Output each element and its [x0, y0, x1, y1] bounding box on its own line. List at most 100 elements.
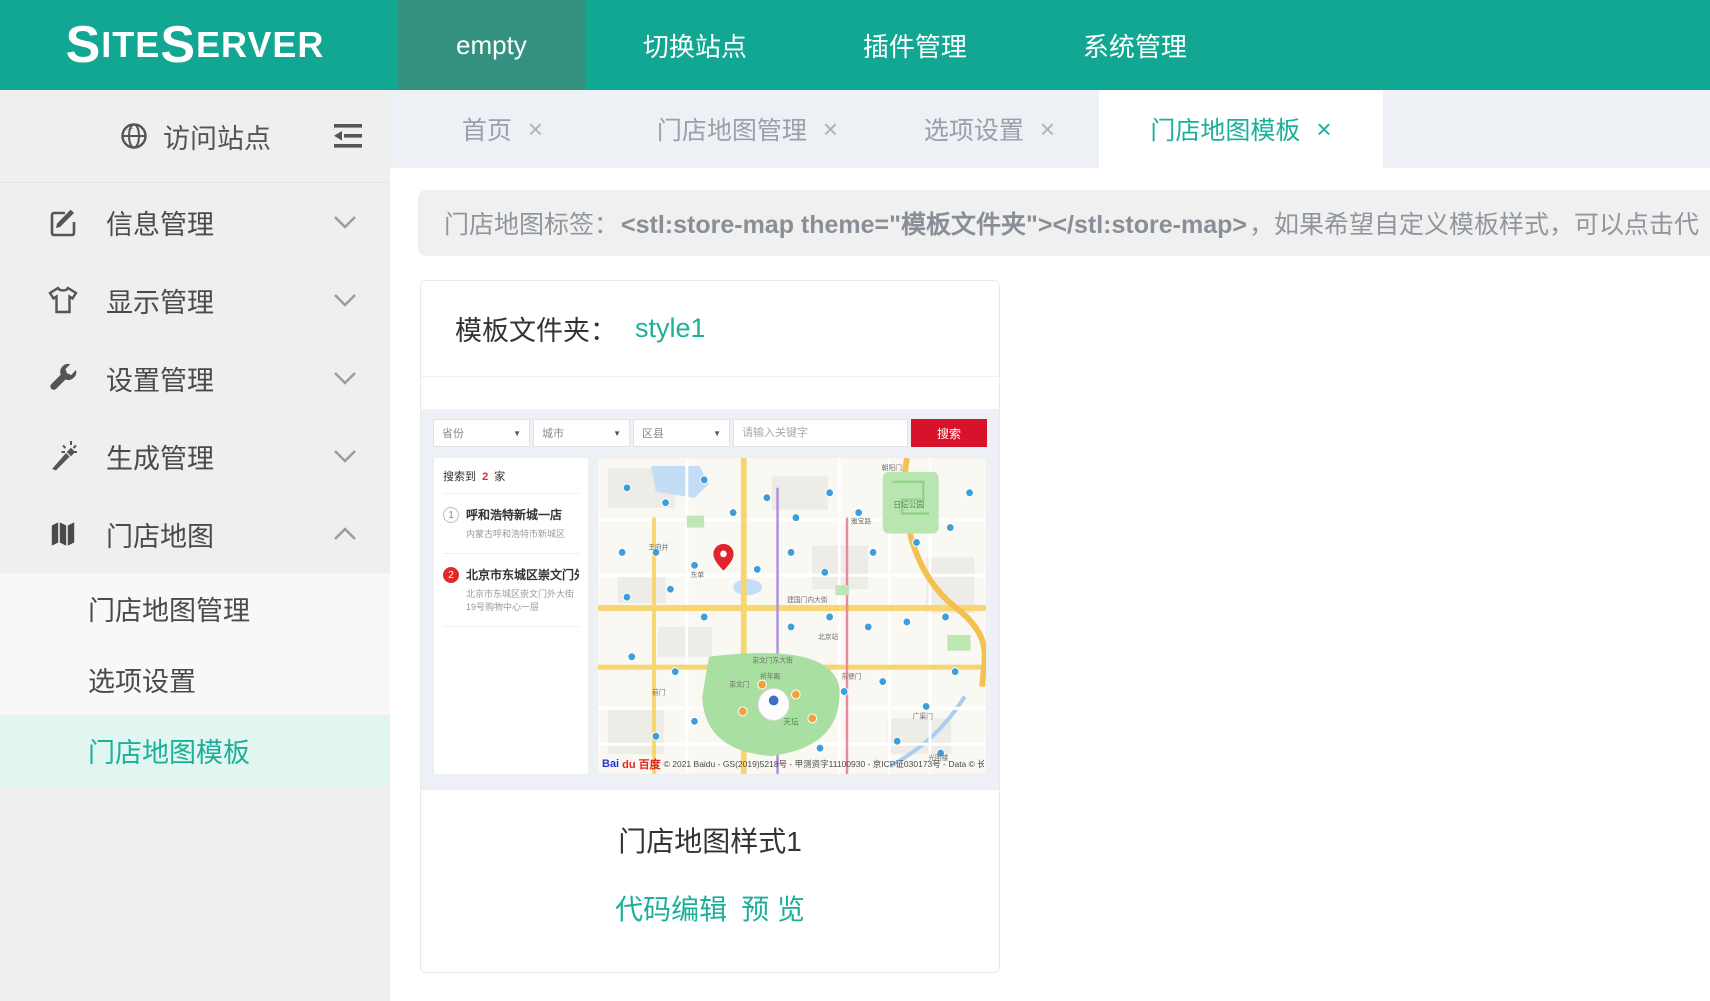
search-button[interactable]: 搜索 — [911, 419, 987, 447]
preview-link[interactable]: 预 览 — [741, 888, 805, 928]
template-preview-image[interactable]: 省份 ▼ 城市 ▼ 区县 ▼ 搜索 — [421, 377, 999, 790]
topnav-item-empty[interactable]: empty — [398, 0, 585, 90]
svg-text:崇文门: 崇文门 — [729, 679, 749, 688]
wrench-icon — [46, 361, 80, 395]
svg-text:雅宝路: 雅宝路 — [851, 516, 871, 525]
svg-text:王府井: 王府井 — [648, 542, 668, 551]
sidebar-item-label: 显示管理 — [106, 281, 214, 320]
tab-home[interactable]: 首页 × — [390, 90, 615, 168]
chevron-down-icon — [332, 448, 358, 464]
submenu-item-option-settings[interactable]: 选项设置 — [0, 644, 390, 715]
map-copyright-text: © 2021 Baidu - GS(2019)5218号 - 甲测资字11100… — [664, 758, 984, 770]
tab-option-settings[interactable]: 选项设置 × — [880, 90, 1099, 168]
edit-icon — [46, 205, 80, 239]
sidebar: 访问站点 信息管理 — [0, 90, 390, 1001]
magic-wand-icon — [46, 439, 80, 473]
template-card-header: 模板文件夹： style1 — [421, 281, 999, 377]
tab-close-icon[interactable]: × — [1316, 114, 1331, 145]
baidu-map-canvas[interactable]: 日坛公园 建国门内大街 崇文门东大街 东单 王府井 崇文门 前门 北京站 天坛 — [597, 457, 987, 775]
sidebar-item-store-map[interactable]: 门店地图 — [0, 495, 390, 573]
svg-text:东便门: 东便门 — [841, 672, 861, 681]
tab-store-map-admin[interactable]: 门店地图管理 × — [615, 90, 880, 168]
store-map-submenu: 门店地图管理 选项设置 门店地图模板 — [0, 573, 390, 786]
svg-text:朝阳门: 朝阳门 — [882, 463, 902, 472]
app-window: SITESERVER empty 切换站点 插件管理 系统管理 访问站点 — [0, 0, 1710, 1001]
store-result-item[interactable]: 2 北京市东城区崇文门外大街 北京市东城区崇文门外大街19号购物中心一层 — [443, 554, 579, 627]
siteserver-logo: SITESERVER — [0, 0, 390, 90]
select-arrow-icon: ▼ — [613, 429, 621, 438]
top-bar: SITESERVER empty 切换站点 插件管理 系统管理 — [0, 0, 1710, 90]
store-name: 呼和浩特新城一店 — [466, 506, 579, 523]
svg-text:北京站: 北京站 — [818, 632, 838, 641]
code-edit-link[interactable]: 代码编辑 — [615, 888, 727, 928]
sidebar-item-info-admin[interactable]: 信息管理 — [0, 183, 390, 261]
stl-tag-info-banner: 门店地图标签： <stl:store-map theme="模板文件夹"></s… — [418, 190, 1710, 256]
template-card-footer: 门店地图样式1 代码编辑 预 览 — [421, 790, 999, 972]
sidebar-item-label: 信息管理 — [106, 203, 214, 242]
tab-close-icon[interactable]: × — [1040, 114, 1055, 145]
sidebar-item-settings-admin[interactable]: 设置管理 — [0, 339, 390, 417]
sidebar-item-display-admin[interactable]: 显示管理 — [0, 261, 390, 339]
chevron-down-icon — [332, 370, 358, 386]
city-select[interactable]: 城市 ▼ — [533, 419, 630, 447]
topnav-item-system-admin[interactable]: 系统管理 — [1025, 0, 1245, 90]
svg-text:建国门内大街: 建国门内大街 — [787, 595, 828, 604]
svg-text:祈年殿: 祈年殿 — [760, 672, 780, 681]
submenu-item-store-map-admin[interactable]: 门店地图管理 — [0, 573, 390, 644]
result-number-badge: 2 — [443, 567, 459, 583]
map-attribution: Baidu 百度 © 2021 Baidu - GS(2019)5218号 - … — [602, 756, 984, 772]
svg-text:天坛: 天坛 — [783, 716, 799, 726]
store-result-item[interactable]: 1 呼和浩特新城一店 内蒙古呼和浩特市新城区 — [443, 494, 579, 554]
svg-text:广渠门: 广渠门 — [913, 711, 933, 720]
store-results-panel: 搜索到 2 家 1 呼和浩特新城一店 内蒙古呼和浩特市新城区 — [433, 457, 589, 775]
folder-label: 模板文件夹： — [455, 309, 617, 348]
tab-store-map-template[interactable]: 门店地图模板 × — [1099, 90, 1383, 168]
svg-text:崇文门东大街: 崇文门东大街 — [752, 656, 793, 665]
baidu-logo: Bai — [602, 758, 619, 770]
topnav-item-plugin-admin[interactable]: 插件管理 — [805, 0, 1025, 90]
sidebar-menu: 信息管理 显示管理 设置管理 — [0, 183, 390, 573]
stl-tag-code: <stl:store-map theme="模板文件夹"></stl:store… — [621, 205, 1247, 241]
result-count: 搜索到 2 家 — [443, 468, 579, 494]
sidebar-item-label: 生成管理 — [106, 437, 214, 476]
select-arrow-icon: ▼ — [513, 429, 521, 438]
keyword-input[interactable] — [733, 419, 908, 447]
tab-bar: 首页 × 门店地图管理 × 选项设置 × 门店地图模板 × — [390, 90, 1710, 168]
store-address: 北京市东城区崇文门外大街19号购物中心一层 — [466, 588, 579, 614]
tab-close-icon[interactable]: × — [528, 114, 543, 145]
select-arrow-icon: ▼ — [713, 429, 721, 438]
map-graphic: 日坛公园 建国门内大街 崇文门东大街 东单 王府井 崇文门 前门 北京站 天坛 — [598, 458, 986, 774]
tshirt-icon — [46, 283, 80, 317]
svg-text:日坛公园: 日坛公园 — [893, 500, 924, 510]
folder-link-style1[interactable]: style1 — [635, 313, 706, 344]
svg-text:东单: 东单 — [691, 570, 705, 579]
visit-site-button[interactable]: 访问站点 — [0, 90, 390, 183]
preview-page-body: 省份 ▼ 城市 ▼ 区县 ▼ 搜索 — [421, 409, 999, 789]
map-icon — [46, 517, 80, 551]
store-search-row: 省份 ▼ 城市 ▼ 区县 ▼ 搜索 — [433, 419, 987, 447]
globe-icon — [119, 121, 149, 151]
main-area: 首页 × 门店地图管理 × 选项设置 × 门店地图模板 × 门店地图标签： <s… — [390, 90, 1710, 1001]
chevron-down-icon — [332, 292, 358, 308]
template-card: 模板文件夹： style1 省份 ▼ 城市 ▼ — [420, 280, 1000, 973]
tab-close-icon[interactable]: × — [823, 114, 838, 145]
store-name: 北京市东城区崇文门外大街 — [466, 566, 579, 583]
visit-site-label: 访问站点 — [163, 117, 271, 156]
template-title: 门店地图样式1 — [421, 820, 999, 860]
store-address: 内蒙古呼和浩特市新城区 — [466, 528, 579, 541]
province-select[interactable]: 省份 ▼ — [433, 419, 530, 447]
sidebar-item-generate-admin[interactable]: 生成管理 — [0, 417, 390, 495]
sidebar-item-label: 门店地图 — [106, 515, 214, 554]
topnav-item-switch-site[interactable]: 切换站点 — [585, 0, 805, 90]
district-select[interactable]: 区县 ▼ — [633, 419, 730, 447]
preview-panels: 搜索到 2 家 1 呼和浩特新城一店 内蒙古呼和浩特市新城区 — [433, 457, 987, 775]
result-number-badge: 1 — [443, 507, 459, 523]
logo-text: S — [66, 15, 102, 75]
svg-text:前门: 前门 — [652, 687, 666, 696]
sidebar-item-label: 设置管理 — [106, 359, 214, 398]
info-prefix: 门店地图标签： — [444, 205, 619, 241]
submenu-item-store-map-template[interactable]: 门店地图模板 — [0, 715, 390, 786]
top-nav: empty 切换站点 插件管理 系统管理 — [398, 0, 1245, 90]
collapse-sidebar-icon[interactable] — [332, 123, 364, 149]
chevron-up-icon — [332, 526, 358, 542]
